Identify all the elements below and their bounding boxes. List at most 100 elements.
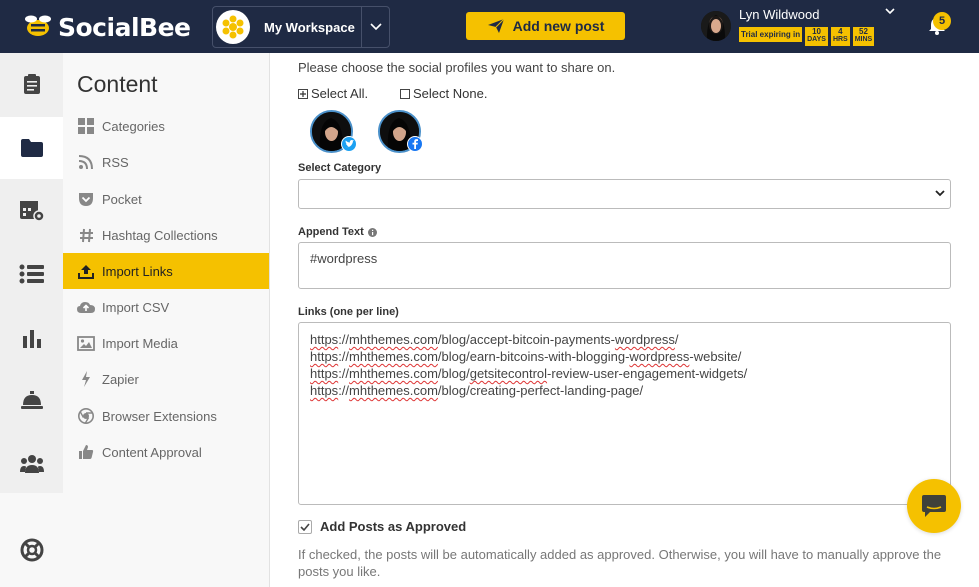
bee-icon (22, 15, 54, 39)
sidebar-item-label: Hashtag Collections (102, 227, 218, 243)
check-icon (300, 522, 310, 531)
append-text-value: #wordpress (310, 251, 378, 266)
paper-plane-icon (487, 18, 504, 33)
sidebar-item-hashtag-collections[interactable]: Hashtag Collections (63, 217, 269, 253)
nav-analytics[interactable] (0, 307, 63, 369)
add-new-post-button[interactable]: Add new post (466, 12, 625, 40)
sidebar-item-label: Content Approval (102, 444, 202, 460)
lifebuoy-icon (20, 538, 43, 562)
sidebar-title: Content (77, 71, 158, 97)
chevron-down-icon[interactable] (361, 7, 389, 47)
sidebar-item-content-approval[interactable]: Content Approval (63, 434, 269, 470)
upload-icon (77, 262, 95, 280)
primary-nav-rail (0, 53, 63, 587)
append-text-label: Append Text (298, 226, 364, 238)
honeycomb-icon (216, 10, 250, 44)
hashtag-icon (77, 226, 95, 244)
trial-days: 10 DAYS (805, 27, 828, 46)
sidebar-item-label: Import Media (102, 335, 178, 351)
content-sidebar: Content Categories RSS Pocket Hashtag Co… (63, 53, 270, 587)
plus-square-icon (298, 88, 308, 99)
sidebar-item-pocket[interactable]: Pocket (63, 181, 269, 217)
trial-label: Trial expiring in (739, 27, 803, 42)
sidebar-item-label: Categories (102, 118, 165, 134)
facebook-icon (407, 136, 423, 152)
brand-name: SocialBee (58, 12, 191, 42)
socialbee-logo[interactable]: SocialBee (22, 12, 191, 42)
sidebar-item-zapier[interactable]: Zapier (63, 361, 269, 397)
empty-square-icon (400, 88, 410, 99)
folder-icon (20, 139, 43, 157)
user-name[interactable]: Lyn Wildwood (739, 7, 819, 22)
pocket-icon (77, 190, 95, 208)
bell-concierge-icon (20, 391, 43, 409)
chevron-down-icon (935, 190, 945, 197)
chrome-icon (77, 407, 95, 425)
calendar-settings-icon (19, 201, 45, 222)
sidebar-item-import-links[interactable]: Import Links (63, 253, 269, 289)
category-label: Select Category (298, 162, 382, 174)
trial-countdown: Trial expiring in 10 DAYS 4 HRS 52 MINS (739, 27, 877, 46)
links-label: Links (one per line) (298, 306, 399, 318)
info-icon[interactable] (367, 227, 377, 237)
twitter-icon (341, 136, 357, 152)
chat-bubble-icon (922, 495, 946, 517)
add-approved-label[interactable]: Add Posts as Approved (320, 519, 466, 534)
image-icon (77, 334, 95, 352)
sidebar-item-label: Pocket (102, 191, 142, 207)
sidebar-item-import-media[interactable]: Import Media (63, 325, 269, 361)
link-line: https://mhthemes.com/blog/creating-perfe… (310, 383, 644, 398)
append-text-label-row: Append Text (298, 226, 377, 238)
workspace-name: My Workspace (264, 19, 355, 35)
link-line: https://mhthemes.com/blog/getsitecontrol… (310, 366, 748, 381)
thumbs-up-icon (77, 443, 95, 461)
trial-minutes: 52 MINS (852, 27, 875, 46)
cloud-upload-icon (77, 298, 95, 316)
category-select[interactable] (298, 179, 951, 209)
nav-content[interactable] (0, 117, 63, 179)
nav-schedule[interactable] (0, 179, 63, 241)
top-navbar: SocialBee My Workspace Add new post Lyn … (0, 0, 979, 53)
user-avatar[interactable] (701, 11, 731, 41)
chat-button[interactable] (907, 479, 961, 533)
link-line: https://mhthemes.com/blog/accept-bitcoin… (310, 332, 679, 347)
sidebar-item-label: Import Links (102, 263, 173, 279)
grid-icon (77, 117, 95, 135)
nav-help[interactable] (0, 519, 63, 581)
clipboard-icon (23, 74, 40, 94)
sidebar-item-label: Zapier (102, 371, 139, 387)
select-all-button[interactable]: Select All. (298, 86, 368, 101)
trial-hours: 4 HRS (830, 27, 850, 46)
sidebar-item-browser-extensions[interactable]: Browser Extensions (63, 398, 269, 434)
sidebar-item-rss[interactable]: RSS (63, 144, 269, 180)
add-new-post-label: Add new post (512, 18, 605, 34)
sidebar-item-import-csv[interactable]: Import CSV (63, 289, 269, 325)
sidebar-item-label: Import CSV (102, 299, 170, 315)
append-text-input[interactable]: #wordpress (298, 242, 951, 289)
select-none-button[interactable]: Select None. (400, 86, 487, 101)
nav-dashboard[interactable] (0, 53, 63, 115)
links-textarea[interactable]: https://mhthemes.com/blog/accept-bitcoin… (298, 322, 951, 505)
approved-help-text: If checked, the posts will be automatica… (298, 547, 942, 579)
workspace-switcher[interactable]: My Workspace (212, 6, 390, 48)
sidebar-item-label: Browser Extensions (102, 408, 217, 424)
users-icon (19, 455, 44, 473)
nav-concierge[interactable] (0, 369, 63, 431)
link-line: https://mhthemes.com/blog/earn-bitcoins-… (310, 349, 742, 364)
sidebar-item-categories[interactable]: Categories (63, 108, 269, 144)
add-approved-row: Add Posts as Approved (298, 519, 466, 534)
add-approved-checkbox[interactable] (298, 519, 312, 534)
select-all-label: Select All. (311, 86, 369, 101)
bolt-icon (77, 370, 95, 388)
select-none-label: Select None. (413, 86, 488, 101)
rss-icon (77, 153, 95, 171)
chevron-down-icon[interactable] (884, 6, 896, 16)
list-icon (19, 264, 44, 284)
sidebar-item-label: RSS (102, 154, 129, 170)
choose-profiles-text: Please choose the social profiles you wa… (298, 60, 616, 75)
main-content (270, 53, 979, 587)
bar-chart-icon (22, 330, 41, 348)
notification-badge: 5 (933, 12, 951, 30)
nav-posts-list[interactable] (0, 243, 63, 305)
nav-team[interactable] (0, 433, 63, 495)
